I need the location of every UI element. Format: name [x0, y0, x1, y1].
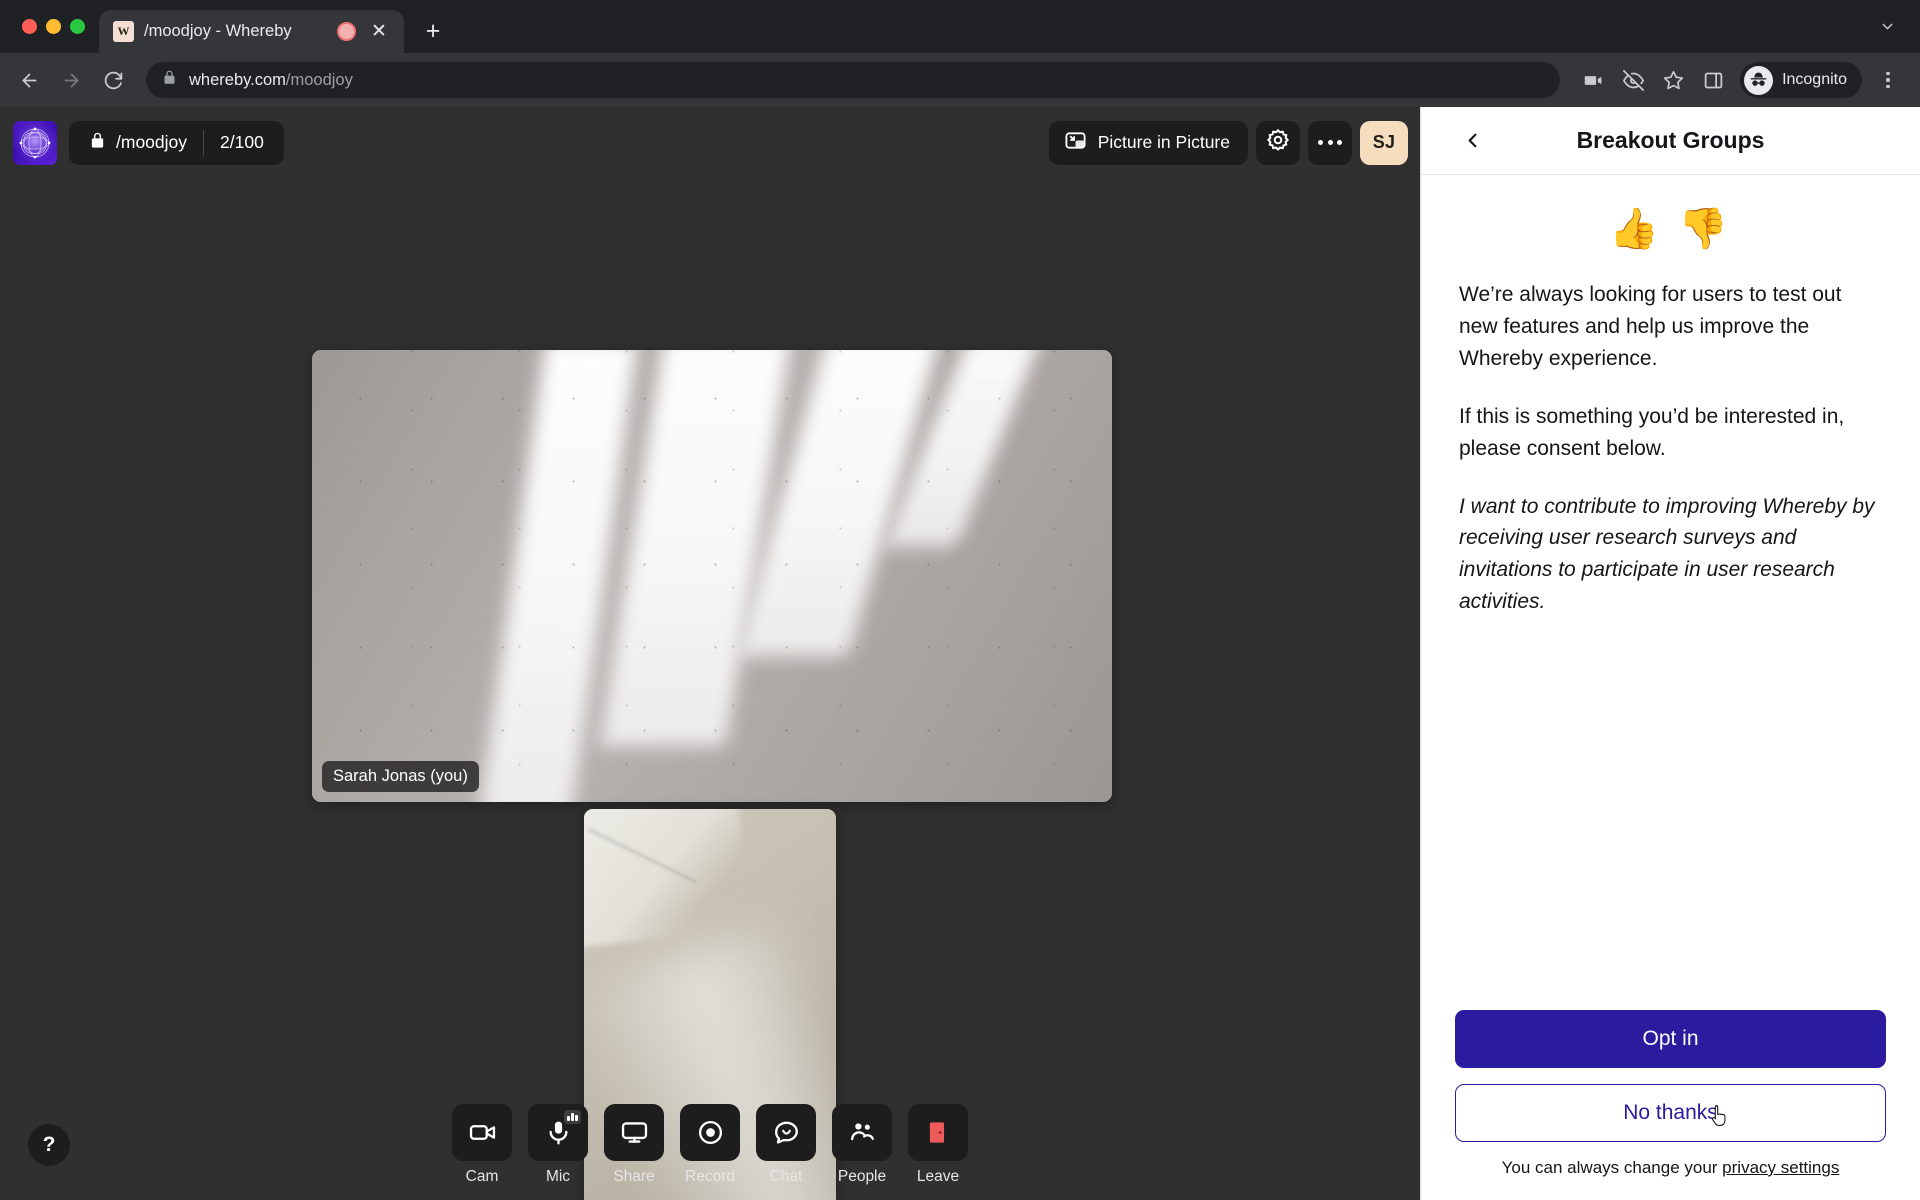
participant-video-tile[interactable]: Sarah Jonas (you) — [312, 350, 1112, 802]
thumbs-emoji: 👍 👎 — [1609, 207, 1732, 251]
control-label: Mic — [545, 1168, 571, 1185]
panel-body: 👍 👎 We’re always looking for users to te… — [1421, 175, 1920, 1010]
participant-count: 2/100 — [220, 132, 264, 152]
forward-icon[interactable] — [52, 61, 90, 99]
picture-in-picture-label: Picture in Picture — [1097, 132, 1230, 152]
side-panel: Breakout Groups 👍 👎 We’re always looking… — [1420, 107, 1920, 1200]
panel-footer: Opt in No thanks You can always change y… — [1421, 1010, 1920, 1200]
room-logo — [13, 120, 57, 165]
gear-icon — [1266, 128, 1290, 157]
control-mic[interactable]: Mic — [527, 1104, 589, 1186]
no-thanks-button[interactable]: No thanks — [1455, 1084, 1886, 1142]
url-domain: whereby.com — [189, 70, 286, 89]
reload-icon[interactable] — [94, 61, 132, 99]
side-panel-icon[interactable] — [1694, 61, 1732, 99]
participant-count-segment: 2/100 — [204, 121, 280, 165]
mic-level-badge — [564, 1110, 581, 1124]
room-name-segment: /moodjoy — [73, 121, 203, 165]
privacy-settings-link[interactable]: privacy settings — [1722, 1158, 1839, 1177]
privacy-footnote: You can always change your privacy setti… — [1455, 1158, 1886, 1178]
video-stage: Sarah Jonas (you) Rany ? — [0, 169, 1420, 1200]
video-feed-wall — [312, 350, 1112, 802]
chevron-down-icon[interactable] — [1870, 10, 1904, 44]
control-label: People — [837, 1168, 887, 1185]
lock-icon — [89, 132, 106, 154]
picture-in-picture-button[interactable]: Picture in Picture — [1048, 120, 1248, 165]
help-button[interactable]: ? — [28, 1124, 70, 1166]
meeting-header: /moodjoy 2/100 Picture in Picture SJ — [0, 107, 1420, 169]
browser-tab[interactable]: W /moodjoy - Whereby ✕ — [99, 10, 404, 53]
control-label: Share — [613, 1168, 655, 1185]
browser-window: W /moodjoy - Whereby ✕ + whereby.com/moo… — [0, 0, 1920, 1200]
window-traffic-lights — [14, 0, 99, 53]
minimize-window-button[interactable] — [46, 19, 61, 34]
control-cam[interactable]: Cam — [451, 1104, 513, 1186]
panel-consent-statement: I want to contribute to improving Whereb… — [1459, 494, 1875, 614]
panel-paragraph-1: We’re always looking for users to test o… — [1459, 283, 1842, 370]
no-thanks-label: No thanks — [1623, 1101, 1718, 1124]
control-chat[interactable]: Chat — [755, 1104, 817, 1186]
control-label: Record — [685, 1168, 735, 1185]
control-label: Cam — [465, 1168, 499, 1185]
tab-strip: W /moodjoy - Whereby ✕ + — [0, 0, 1920, 53]
control-share[interactable]: Share — [603, 1104, 665, 1186]
opt-in-button[interactable]: Opt in — [1455, 1010, 1886, 1068]
whereby-app: /moodjoy 2/100 Picture in Picture SJ Sar… — [0, 107, 1920, 1200]
meeting-area: /moodjoy 2/100 Picture in Picture SJ Sar… — [0, 107, 1420, 1200]
tab-recording-icon[interactable] — [337, 22, 356, 41]
control-record[interactable]: Record — [679, 1104, 741, 1186]
footnote-text: You can always change your — [1501, 1158, 1723, 1177]
browser-toolbar: whereby.com/moodjoy Incognito — [0, 53, 1920, 107]
tab-strip-right — [1870, 0, 1920, 53]
meeting-header-actions: Picture in Picture SJ — [1048, 120, 1408, 165]
settings-button[interactable] — [1256, 120, 1300, 165]
close-icon[interactable]: ✕ — [366, 19, 392, 45]
tile-name-label: Sarah Jonas (you) — [322, 761, 479, 792]
picture-in-picture-icon — [1064, 129, 1087, 157]
close-window-button[interactable] — [22, 19, 37, 34]
control-label: Leave — [916, 1168, 960, 1185]
record-icon[interactable] — [680, 1104, 740, 1161]
avatar[interactable]: SJ — [1360, 120, 1408, 165]
profile-incognito-button[interactable]: Incognito — [1740, 62, 1862, 98]
chat-icon[interactable] — [756, 1104, 816, 1161]
control-label: Chat — [769, 1168, 803, 1185]
screen-share-icon[interactable] — [604, 1104, 664, 1161]
more-options-button[interactable] — [1308, 120, 1352, 165]
people-icon[interactable] — [832, 1104, 892, 1161]
back-icon[interactable] — [10, 61, 48, 99]
eye-slash-icon[interactable] — [1614, 61, 1652, 99]
camera-icon[interactable] — [1574, 61, 1612, 99]
meeting-control-bar: Cam Mic Share Record Chat People Leave — [0, 1104, 1420, 1186]
whereby-favicon: W — [113, 21, 134, 42]
control-leave[interactable]: Leave — [907, 1104, 969, 1186]
microphone-icon[interactable] — [528, 1104, 588, 1161]
control-people[interactable]: People — [831, 1104, 893, 1186]
toolbar-actions: Incognito — [1574, 61, 1906, 99]
camera-icon[interactable] — [452, 1104, 512, 1161]
browser-menu-icon[interactable] — [1870, 62, 1906, 98]
tab-title: /moodjoy - Whereby — [144, 22, 292, 40]
room-name: /moodjoy — [116, 132, 188, 152]
url-path: /moodjoy — [285, 70, 353, 89]
incognito-icon — [1744, 65, 1774, 95]
new-tab-button[interactable]: + — [414, 12, 452, 50]
address-bar[interactable]: whereby.com/moodjoy — [146, 62, 1561, 98]
panel-paragraph-2: If this is something you’d be interested… — [1459, 404, 1845, 460]
lock-icon — [162, 70, 177, 90]
maximize-window-button[interactable] — [70, 19, 85, 34]
panel-header: Breakout Groups — [1421, 107, 1920, 175]
room-info-pill[interactable]: /moodjoy 2/100 — [69, 120, 284, 165]
chevron-left-icon[interactable] — [1455, 124, 1489, 158]
leave-door-icon[interactable] — [908, 1104, 968, 1161]
panel-title: Breakout Groups — [1576, 127, 1765, 153]
profile-label: Incognito — [1782, 71, 1847, 88]
more-options-icon — [1318, 140, 1342, 145]
star-icon[interactable] — [1654, 61, 1692, 99]
address-bar-text: whereby.com/moodjoy — [189, 71, 353, 90]
